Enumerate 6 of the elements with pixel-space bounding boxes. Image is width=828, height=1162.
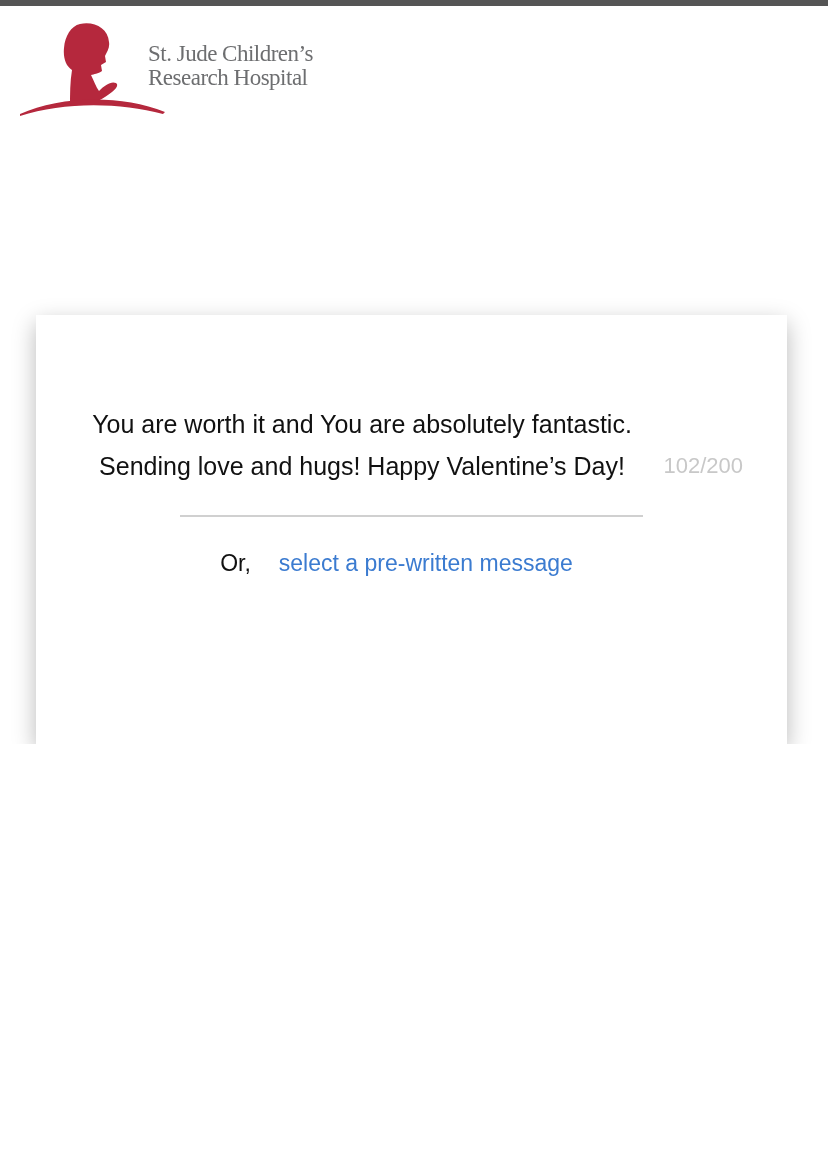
message-field[interactable]: You are worth it and You are absolutely fantastic. Sending love and hugs! Happy Valentine’s Day! xyxy=(92,403,632,487)
logo-text: St. Jude Children’s xyxy=(148,42,313,66)
or-label: Or, xyxy=(220,549,251,578)
logo[interactable]: St. Jude Children’s Research Hospital xyxy=(20,22,828,117)
logo-text: Research Hospital xyxy=(148,66,309,90)
pre-written-message-link[interactable]: select a pre-written message xyxy=(278,548,573,578)
